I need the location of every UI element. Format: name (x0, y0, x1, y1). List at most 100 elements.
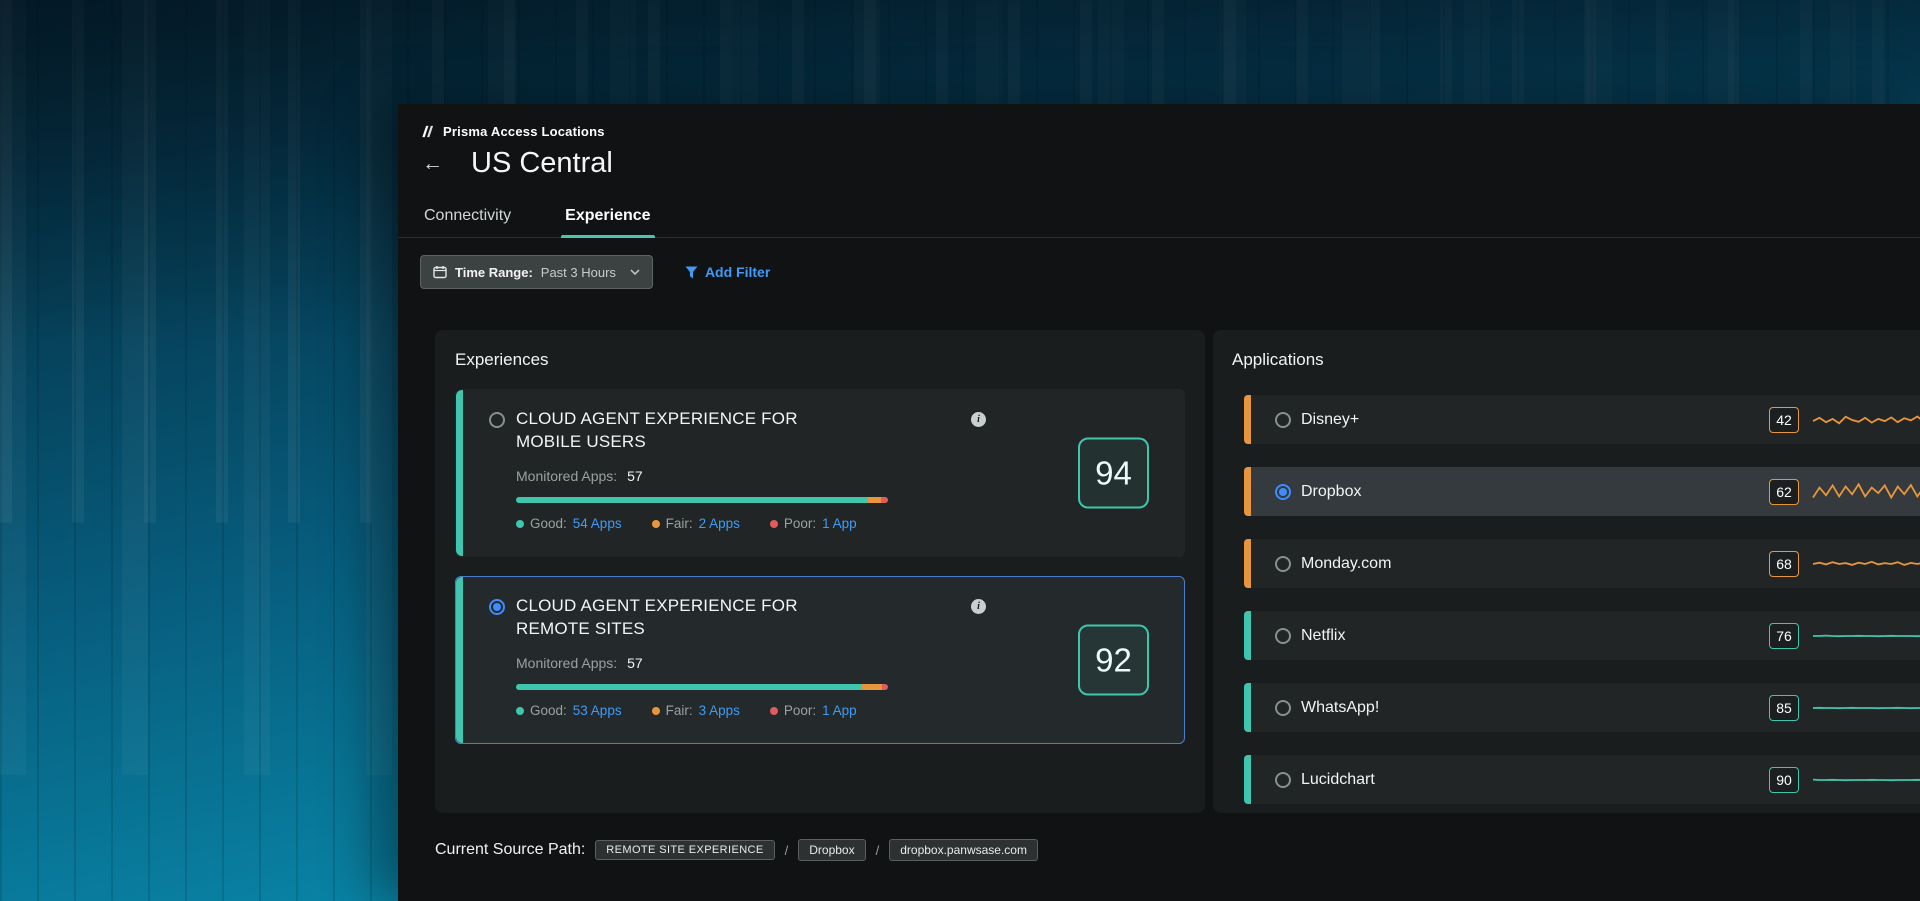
add-filter-button[interactable]: Add Filter (685, 264, 770, 280)
path-separator: / (876, 843, 880, 858)
legend-good-value[interactable]: 53 Apps (573, 703, 622, 718)
bar-segment-poor (881, 497, 888, 503)
chevron-down-icon (630, 269, 640, 275)
app-score-badge: 76 (1769, 623, 1799, 649)
card-accent-bar (456, 390, 463, 556)
applications-panel: Applications Disney+ 42 Dropbox 62 (1213, 330, 1920, 813)
legend-fair-value[interactable]: 2 Apps (699, 516, 740, 531)
app-radio[interactable] (1275, 628, 1291, 644)
source-path-label: Current Source Path: (435, 841, 585, 859)
app-radio[interactable] (1275, 772, 1291, 788)
app-radio[interactable] (1275, 556, 1291, 572)
app-row-monday[interactable]: Monday.com 68 (1244, 539, 1920, 588)
app-sparkline (1813, 622, 1920, 650)
experience-card-title: CLOUD AGENT EXPERIENCE FOR REMOTE SITES (516, 594, 861, 640)
time-range-value: Past 3 Hours (541, 265, 616, 280)
app-name: Monday.com (1301, 555, 1391, 573)
time-range-dropdown[interactable]: Time Range: Past 3 Hours (420, 255, 653, 289)
monitored-apps-label: Monitored Apps: (516, 468, 617, 484)
experience-score-value: 92 (1095, 641, 1132, 679)
radio-icon (489, 599, 505, 615)
app-accent-bar (1244, 755, 1251, 804)
bar-segment-poor (882, 684, 888, 690)
app-sparkline (1813, 550, 1920, 578)
info-icon[interactable]: i (971, 412, 986, 427)
bar-segment-fair (868, 497, 881, 503)
experience-score: 92 (1078, 625, 1149, 696)
legend-fair-label: Fair: (666, 703, 693, 718)
app-radio[interactable] (1275, 484, 1291, 500)
app-name: Lucidchart (1301, 771, 1375, 789)
experiences-panel: Experiences CLOUD AGENT EXPERIENCE FOR M… (435, 330, 1205, 813)
legend-poor-value[interactable]: 1 App (822, 516, 857, 531)
source-path-chip-experience[interactable]: REMOTE SITE EXPERIENCE (595, 840, 774, 860)
prisma-logo-icon (420, 124, 435, 139)
app-name: WhatsApp! (1301, 699, 1379, 717)
radio-icon (489, 412, 505, 428)
title-row: ← US Central (398, 139, 1920, 180)
legend-good: Good: 53 Apps (516, 703, 622, 718)
app-score-badge: 68 (1769, 551, 1799, 577)
experience-card-title: CLOUD AGENT EXPERIENCE FOR MOBILE USERS (516, 407, 861, 453)
legend-fair: Fair: 2 Apps (652, 516, 740, 531)
back-arrow-icon[interactable]: ← (422, 153, 443, 174)
app-name: Disney+ (1301, 411, 1359, 429)
monitored-apps-label: Monitored Apps: (516, 655, 617, 671)
current-source-path: Current Source Path: REMOTE SITE EXPERIE… (435, 839, 1920, 861)
experience-radio[interactable] (489, 599, 505, 615)
experience-score-value: 94 (1095, 454, 1132, 492)
add-filter-label: Add Filter (705, 264, 770, 280)
app-sparkline (1813, 406, 1920, 434)
calendar-icon (433, 265, 447, 279)
legend-poor-label: Poor: (784, 516, 816, 531)
tab-connectivity[interactable]: Connectivity (420, 198, 515, 237)
tab-bar: Connectivity Experience (398, 198, 1920, 238)
source-path-chip-app[interactable]: Dropbox (798, 839, 865, 861)
fair-dot-icon (652, 520, 660, 528)
app-name: Netflix (1301, 627, 1345, 645)
info-icon[interactable]: i (971, 599, 986, 614)
card-main: CLOUD AGENT EXPERIENCE FOR MOBILE USERS … (516, 390, 986, 531)
legend-fair-value[interactable]: 3 Apps (699, 703, 740, 718)
app-sparkline (1813, 694, 1920, 722)
experience-card-mobile-users[interactable]: CLOUD AGENT EXPERIENCE FOR MOBILE USERS … (455, 389, 1185, 557)
app-radio[interactable] (1275, 700, 1291, 716)
app-row-dropbox[interactable]: Dropbox 62 (1244, 467, 1920, 516)
tab-experience[interactable]: Experience (561, 198, 654, 237)
card-main: CLOUD AGENT EXPERIENCE FOR REMOTE SITES … (516, 577, 986, 718)
app-accent-bar (1244, 467, 1251, 516)
bar-segment-good (516, 497, 868, 503)
bar-segment-good (516, 684, 862, 690)
app-row-lucidchart[interactable]: Lucidchart 90 (1244, 755, 1920, 804)
monitored-apps-value: 57 (627, 655, 643, 671)
fair-dot-icon (652, 707, 660, 715)
applications-title: Applications (1232, 350, 1920, 370)
app-score-badge: 85 (1769, 695, 1799, 721)
legend-good-value[interactable]: 54 Apps (573, 516, 622, 531)
source-path-chip-domain[interactable]: dropbox.panwsase.com (889, 839, 1038, 861)
main-content: Experiences CLOUD AGENT EXPERIENCE FOR M… (435, 330, 1920, 813)
legend-good-label: Good: (530, 516, 567, 531)
app-sparkline (1813, 478, 1920, 506)
app-accent-bar (1244, 395, 1251, 444)
monitored-apps: Monitored Apps: 57 (516, 655, 986, 671)
app-radio[interactable] (1275, 412, 1291, 428)
legend-poor: Poor: 1 App (770, 703, 857, 718)
app-row-disney[interactable]: Disney+ 42 (1244, 395, 1920, 444)
experience-radio[interactable] (489, 412, 505, 428)
path-separator: / (785, 843, 789, 858)
app-accent-bar (1244, 611, 1251, 660)
experiences-title: Experiences (455, 350, 1185, 370)
experience-card-remote-sites[interactable]: CLOUD AGENT EXPERIENCE FOR REMOTE SITES … (455, 576, 1185, 744)
app-accent-bar (1244, 683, 1251, 732)
poor-dot-icon (770, 707, 778, 715)
good-dot-icon (516, 520, 524, 528)
legend: Good: 53 Apps Fair: 3 Apps Poor: 1 App (516, 703, 986, 718)
legend-poor-value[interactable]: 1 App (822, 703, 857, 718)
legend-poor-label: Poor: (784, 703, 816, 718)
app-row-whatsapp[interactable]: WhatsApp! 85 (1244, 683, 1920, 732)
good-dot-icon (516, 707, 524, 715)
app-score-badge: 90 (1769, 767, 1799, 793)
app-sparkline (1813, 766, 1920, 794)
app-row-netflix[interactable]: Netflix 76 (1244, 611, 1920, 660)
